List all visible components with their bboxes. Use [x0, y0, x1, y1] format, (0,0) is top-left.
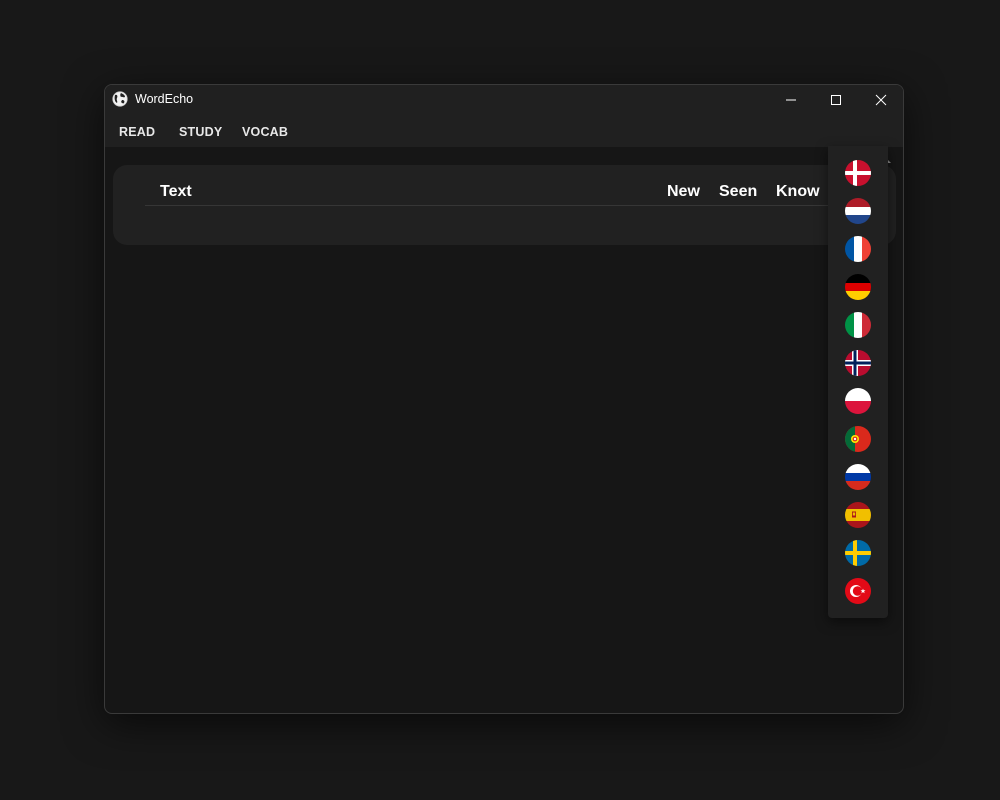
app-window: WordEcho READ STUDY VOCAB Text New Seen …	[104, 84, 904, 714]
language-option-turkish[interactable]	[845, 578, 871, 604]
close-icon	[875, 94, 887, 106]
maximize-icon	[831, 95, 841, 105]
italy-flag-icon	[845, 312, 871, 338]
column-header-know[interactable]: Know	[776, 183, 820, 201]
language-option-swedish[interactable]	[845, 540, 871, 566]
app-title: WordEcho	[135, 92, 194, 106]
minimize-button[interactable]	[768, 85, 814, 115]
texts-table-card: Text New Seen Know	[113, 165, 896, 245]
maximize-button[interactable]	[813, 85, 859, 115]
menu-read[interactable]: READ	[119, 125, 155, 139]
france-flag-icon	[845, 236, 871, 262]
sweden-flag-icon	[845, 540, 871, 566]
language-option-polish[interactable]	[845, 388, 871, 414]
language-option-french[interactable]	[845, 236, 871, 262]
minimize-icon	[786, 99, 796, 101]
language-option-italian[interactable]	[845, 312, 871, 338]
language-option-german[interactable]	[845, 274, 871, 300]
globe-icon	[112, 91, 128, 107]
language-option-portuguese[interactable]	[845, 426, 871, 452]
language-option-russian[interactable]	[845, 464, 871, 490]
menu-bar: READ STUDY VOCAB	[105, 115, 903, 174]
turkey-flag-icon	[845, 578, 871, 604]
column-header-new[interactable]: New	[667, 183, 700, 201]
norway-flag-icon	[845, 350, 871, 376]
column-header-seen[interactable]: Seen	[719, 183, 757, 201]
title-bar[interactable]: WordEcho	[105, 85, 903, 115]
germany-flag-icon	[845, 274, 871, 300]
menu-study[interactable]: STUDY	[179, 125, 222, 139]
column-header-text[interactable]: Text	[160, 183, 192, 201]
language-option-spanish[interactable]	[845, 502, 871, 528]
netherlands-flag-icon	[845, 198, 871, 224]
header-divider	[145, 205, 845, 206]
spain-flag-icon	[845, 502, 871, 528]
language-option-dutch[interactable]	[845, 198, 871, 224]
denmark-flag-icon	[845, 160, 871, 186]
language-option-norwegian[interactable]	[845, 350, 871, 376]
russia-flag-icon	[845, 464, 871, 490]
close-button[interactable]	[858, 85, 903, 115]
menu-vocab[interactable]: VOCAB	[242, 125, 288, 139]
language-dropdown	[828, 146, 888, 618]
poland-flag-icon	[845, 388, 871, 414]
portugal-flag-icon	[845, 426, 871, 452]
language-option-danish[interactable]	[845, 160, 871, 186]
